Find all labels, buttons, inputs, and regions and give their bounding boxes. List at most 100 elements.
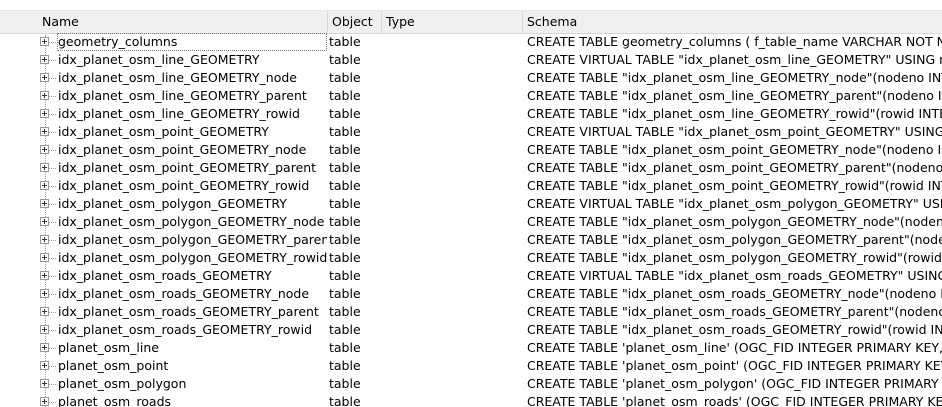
schema-text: CREATE TABLE "idx_planet_osm_point_GEOME…: [527, 142, 942, 157]
tree-row[interactable]: idx_planet_osm_polygon_GEOMETRY_parent ta…: [0, 231, 942, 249]
tree-row[interactable]: idx_planet_osm_line_GEOMETRY_node table CR…: [0, 69, 942, 87]
tree-branch-line: [49, 78, 56, 79]
tree-branch-line: [49, 276, 56, 277]
expand-icon[interactable]: [40, 325, 49, 334]
column-header-object[interactable]: Object: [328, 11, 382, 33]
column-header-type[interactable]: Type: [382, 11, 523, 33]
expand-icon[interactable]: [40, 271, 49, 280]
tree-row[interactable]: idx_planet_osm_polygon_GEOMETRY table CREA…: [0, 195, 942, 213]
tree-view[interactable]: geometry_columnstable CREATE TABLE geomet…: [0, 33, 942, 407]
tree-row[interactable]: idx_planet_osm_polygon_GEOMETRY_rowid tab…: [0, 249, 942, 267]
object-type: table: [329, 376, 361, 391]
expand-icon[interactable]: [40, 397, 49, 406]
tree-row[interactable]: geometry_columns table CREATE TABLE geomet…: [0, 33, 942, 51]
tree-branch-line: [49, 294, 56, 295]
expand-icon[interactable]: [40, 55, 49, 64]
object-type: table: [329, 394, 361, 407]
schema-text: CREATE TABLE "idx_planet_osm_line_GEOMET…: [527, 106, 942, 121]
table-name: idx_planet_osm_roads_GEOMETRY_node: [58, 286, 310, 301]
expand-icon[interactable]: [40, 235, 49, 244]
table-name: idx_planet_osm_line_GEOMETRY_rowid: [58, 106, 300, 121]
tree-row[interactable]: idx_planet_osm_polygon_GEOMETRY_node tabl…: [0, 213, 942, 231]
object-type: table: [329, 178, 361, 193]
tree-row[interactable]: idx_planet_osm_roads_GEOMETRY_parent tabl…: [0, 303, 942, 321]
schema-text: CREATE VIRTUAL TABLE "idx_planet_osm_pol…: [527, 196, 942, 211]
schema-text: CREATE VIRTUAL TABLE "idx_planet_osm_lin…: [527, 52, 942, 67]
table-name: idx_planet_osm_line_GEOMETRY_node: [58, 70, 297, 85]
tree-row[interactable]: planet_osm_polygon table CREATE TABLE 'pla…: [0, 375, 942, 393]
schema-text: CREATE TABLE 'planet_osm_polygon' (OGC_F…: [527, 376, 942, 391]
tree-row[interactable]: idx_planet_osm_roads_GEOMETRY table CREATE…: [0, 267, 942, 285]
tree-branch-line: [49, 114, 56, 115]
expand-icon[interactable]: [40, 379, 49, 388]
tree-branch-line: [49, 402, 56, 403]
expand-icon[interactable]: [40, 145, 49, 154]
expand-icon[interactable]: [40, 91, 49, 100]
tree-row[interactable]: idx_planet_osm_line_GEOMETRY_rowid table C…: [0, 105, 942, 123]
schema-text: CREATE TABLE "idx_planet_osm_polygon_GEO…: [527, 232, 942, 247]
column-header: Name Object Type Schema: [0, 10, 942, 34]
expand-icon[interactable]: [40, 307, 49, 316]
table-name: idx_planet_osm_polygon_GEOMETRY_node: [58, 214, 325, 229]
schema-text: CREATE TABLE "idx_planet_osm_polygon_GEO…: [527, 250, 942, 265]
expand-icon[interactable]: [40, 343, 49, 352]
expand-icon[interactable]: [40, 253, 49, 262]
tree-row[interactable]: idx_planet_osm_point_GEOMETRY_parent tabl…: [0, 159, 942, 177]
expand-icon[interactable]: [40, 181, 49, 190]
table-name: idx_planet_osm_polygon_GEOMETRY: [58, 196, 287, 211]
schema-text: CREATE TABLE "idx_planet_osm_roads_GEOME…: [527, 286, 942, 301]
object-type: table: [329, 88, 361, 103]
object-type: table: [329, 70, 361, 85]
expand-icon[interactable]: [40, 37, 49, 46]
table-name: idx_planet_osm_point_GEOMETRY_rowid: [58, 178, 310, 193]
table-name: idx_planet_osm_roads_GEOMETRY: [58, 268, 272, 283]
expand-icon[interactable]: [40, 127, 49, 136]
tree-row[interactable]: idx_planet_osm_roads_GEOMETRY_node table C…: [0, 285, 942, 303]
expand-icon[interactable]: [40, 109, 49, 118]
table-name: idx_planet_osm_point_GEOMETRY_node: [58, 142, 307, 157]
schema-text: CREATE TABLE "idx_planet_osm_point_GEOME…: [527, 178, 942, 193]
table-name: idx_planet_osm_line_GEOMETRY_parent: [58, 88, 307, 103]
object-type: table: [329, 340, 361, 355]
object-type: table: [329, 268, 361, 283]
table-name: geometry_columns: [57, 33, 327, 51]
tree-branch-line: [49, 330, 56, 331]
tree-row[interactable]: idx_planet_osm_point_GEOMETRY table CREATE…: [0, 123, 942, 141]
schema-text: CREATE TABLE geometry_columns ( f_table_…: [527, 34, 942, 49]
tree-branch-line: [49, 42, 56, 43]
column-header-schema[interactable]: Schema: [523, 11, 942, 33]
tree-row[interactable]: idx_planet_osm_point_GEOMETRY_rowid table…: [0, 177, 942, 195]
object-type: table: [329, 214, 361, 229]
table-name: planet_osm_line: [58, 340, 159, 355]
tree-row[interactable]: idx_planet_osm_point_GEOMETRY_node table C…: [0, 141, 942, 159]
table-name: idx_planet_osm_polygon_GEOMETRY_rowid: [58, 250, 327, 265]
expand-icon[interactable]: [40, 199, 49, 208]
tree-row[interactable]: idx_planet_osm_line_GEOMETRY_parent table…: [0, 87, 942, 105]
tree-branch-line: [49, 240, 56, 241]
tree-row[interactable]: idx_planet_osm_roads_GEOMETRY_rowid table…: [0, 321, 942, 339]
expand-icon[interactable]: [40, 217, 49, 226]
tree-row[interactable]: planet_osm_point table CREATE TABLE 'plane…: [0, 357, 942, 375]
expand-icon[interactable]: [40, 73, 49, 82]
schema-text: CREATE TABLE "idx_planet_osm_roads_GEOME…: [527, 322, 942, 337]
schema-text: CREATE VIRTUAL TABLE "idx_planet_osm_roa…: [527, 268, 942, 283]
tree-row[interactable]: planet_osm_roads table CREATE TABLE 'plane…: [0, 393, 942, 407]
tree-branch-line: [49, 366, 56, 367]
schema-text: CREATE VIRTUAL TABLE "idx_planet_osm_poi…: [527, 124, 942, 139]
object-type: table: [329, 124, 361, 139]
expand-icon[interactable]: [40, 163, 49, 172]
table-name: idx_planet_osm_roads_GEOMETRY_rowid: [58, 322, 312, 337]
column-header-name[interactable]: Name: [38, 11, 328, 33]
schema-text: CREATE TABLE "idx_planet_osm_point_GEOME…: [527, 160, 942, 175]
tree-row[interactable]: planet_osm_line table CREATE TABLE 'planet…: [0, 339, 942, 357]
object-type: table: [329, 106, 361, 121]
tree-row[interactable]: idx_planet_osm_line_GEOMETRY table CREATE …: [0, 51, 942, 69]
tree-branch-line: [49, 258, 56, 259]
object-type: table: [329, 358, 361, 373]
table-name: idx_planet_osm_line_GEOMETRY: [58, 52, 260, 67]
schema-text: CREATE TABLE "idx_planet_osm_line_GEOMET…: [527, 70, 942, 85]
expand-icon[interactable]: [40, 289, 49, 298]
object-type: table: [329, 250, 361, 265]
schema-text: CREATE TABLE "idx_planet_osm_line_GEOMET…: [527, 88, 942, 103]
expand-icon[interactable]: [40, 361, 49, 370]
